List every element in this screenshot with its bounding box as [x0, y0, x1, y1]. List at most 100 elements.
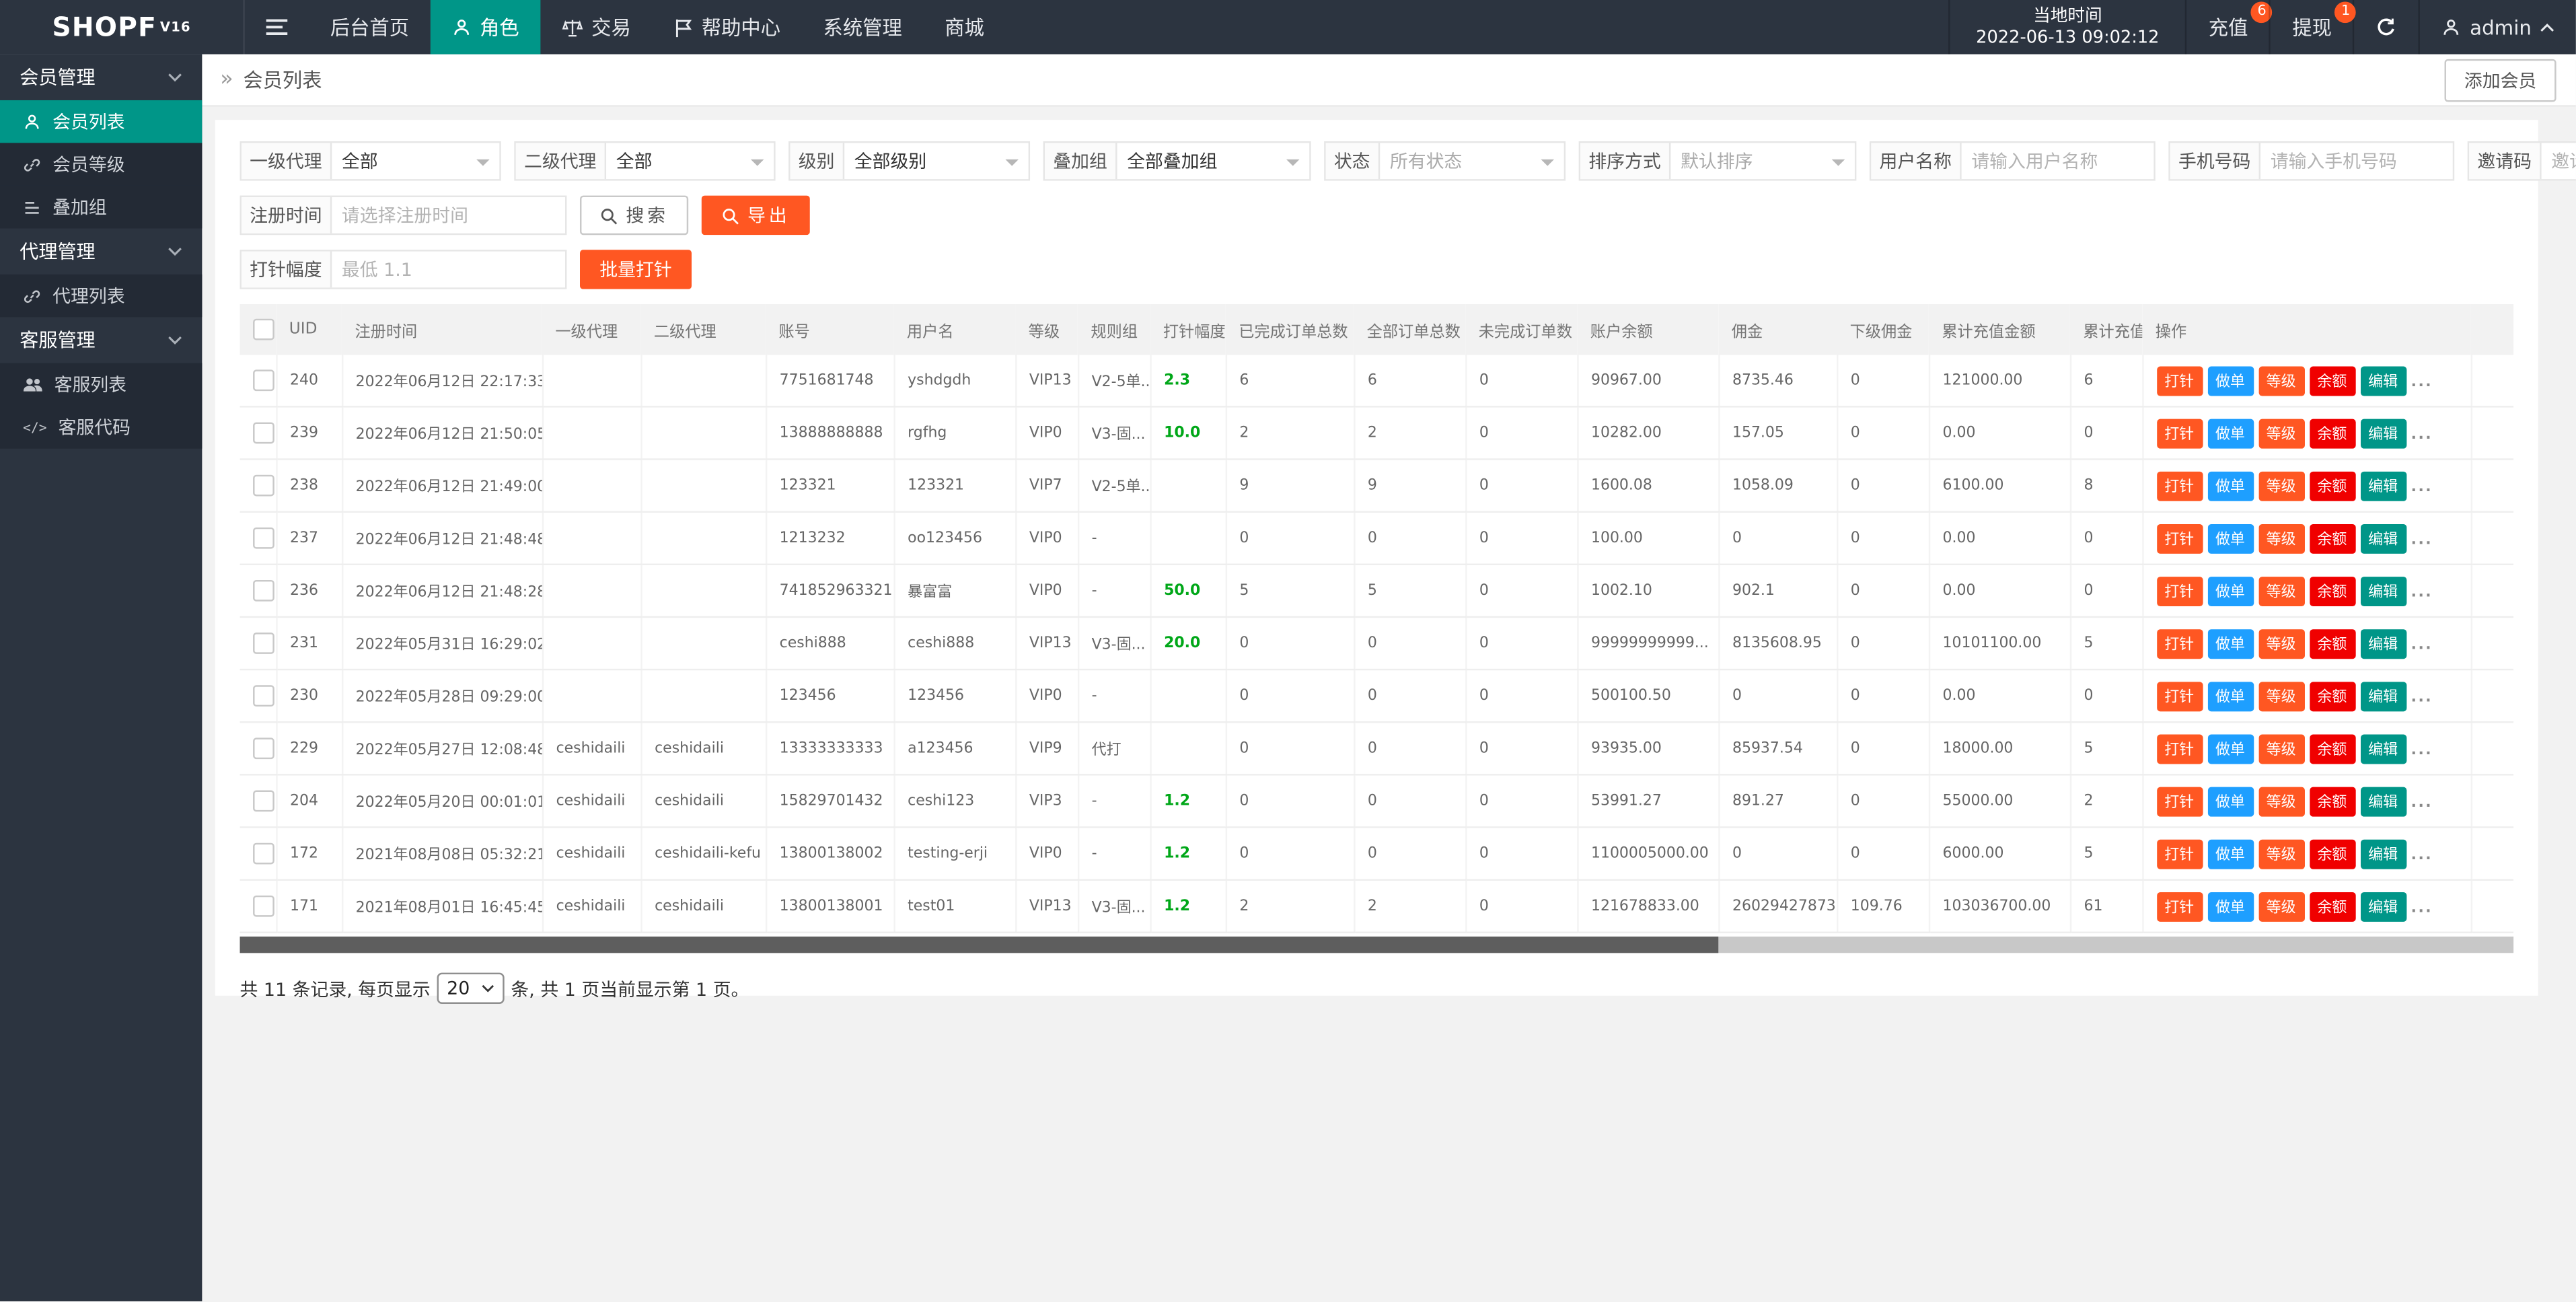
nav-item-trade[interactable]: 交易	[540, 0, 652, 55]
more-actions-button[interactable]: ...	[2411, 795, 2433, 811]
more-actions-button[interactable]: ...	[2411, 585, 2433, 601]
sidebar-group-member-management[interactable]: 会员管理	[0, 55, 202, 100]
level-button[interactable]: 等级	[2258, 786, 2304, 816]
horizontal-scrollbar[interactable]	[240, 937, 2514, 953]
export-button[interactable]: 导出	[702, 196, 810, 236]
username-input[interactable]	[1962, 143, 2154, 179]
level-button[interactable]: 等级	[2258, 892, 2304, 921]
level-button[interactable]: 等级	[2258, 839, 2304, 869]
make-order-button[interactable]: 做单	[2207, 523, 2253, 553]
make-order-button[interactable]: 做单	[2207, 892, 2253, 921]
row-checkbox[interactable]	[253, 896, 274, 917]
inject-button[interactable]: 打针	[2156, 365, 2202, 395]
balance-button[interactable]: 余额	[2309, 523, 2355, 553]
row-checkbox[interactable]	[253, 475, 274, 497]
inject-button[interactable]: 打针	[2156, 733, 2202, 763]
row-checkbox[interactable]	[253, 528, 274, 549]
edit-button[interactable]: 编辑	[2360, 628, 2406, 658]
search-button[interactable]: 搜索	[580, 196, 688, 236]
inject-button[interactable]: 打针	[2156, 892, 2202, 921]
recharge-link[interactable]: 充值 6	[2186, 0, 2270, 55]
inject-button[interactable]: 打针	[2156, 523, 2202, 553]
more-actions-button[interactable]: ...	[2411, 427, 2433, 443]
level-button[interactable]: 等级	[2258, 365, 2304, 395]
inject-button[interactable]: 打针	[2156, 628, 2202, 658]
inject-button[interactable]: 打针	[2156, 471, 2202, 501]
menu-toggle-button[interactable]	[245, 0, 309, 55]
make-order-button[interactable]: 做单	[2207, 471, 2253, 501]
more-actions-button[interactable]: ...	[2411, 848, 2433, 864]
inject-button[interactable]: 打针	[2156, 576, 2202, 606]
nav-item-role[interactable]: 角色	[431, 0, 541, 55]
row-checkbox[interactable]	[253, 632, 274, 654]
edit-button[interactable]: 编辑	[2360, 733, 2406, 763]
balance-button[interactable]: 余额	[2309, 892, 2355, 921]
inject-button[interactable]: 打针	[2156, 418, 2202, 447]
withdraw-link[interactable]: 提现 1	[2269, 0, 2353, 55]
more-actions-button[interactable]: ...	[2411, 637, 2433, 653]
balance-button[interactable]: 余额	[2309, 681, 2355, 711]
make-order-button[interactable]: 做单	[2207, 786, 2253, 816]
sidebar-item-service-list[interactable]: 客服列表	[0, 363, 202, 406]
sidebar-item-member-level[interactable]: 会员等级	[0, 143, 202, 185]
edit-button[interactable]: 编辑	[2360, 523, 2406, 553]
balance-button[interactable]: 余额	[2309, 628, 2355, 658]
edit-button[interactable]: 编辑	[2360, 365, 2406, 395]
level-button[interactable]: 等级	[2258, 471, 2304, 501]
make-order-button[interactable]: 做单	[2207, 576, 2253, 606]
more-actions-button[interactable]: ...	[2411, 900, 2433, 916]
nav-item-dashboard[interactable]: 后台首页	[309, 0, 431, 55]
edit-button[interactable]: 编辑	[2360, 576, 2406, 606]
level-button[interactable]: 等级	[2258, 628, 2304, 658]
invite-code-input[interactable]	[2542, 143, 2576, 179]
sort-select[interactable]: 默认排序	[1670, 143, 1854, 179]
inject-button[interactable]: 打针	[2156, 839, 2202, 869]
nav-item-system[interactable]: 系统管理	[802, 0, 924, 55]
edit-button[interactable]: 编辑	[2360, 681, 2406, 711]
edit-button[interactable]: 编辑	[2360, 892, 2406, 921]
agent1-select[interactable]: 全部	[332, 143, 499, 179]
balance-button[interactable]: 余额	[2309, 786, 2355, 816]
edit-button[interactable]: 编辑	[2360, 786, 2406, 816]
more-actions-button[interactable]: ...	[2411, 375, 2433, 391]
level-button[interactable]: 等级	[2258, 576, 2304, 606]
more-actions-button[interactable]: ...	[2411, 743, 2433, 759]
row-checkbox[interactable]	[253, 580, 274, 602]
user-menu[interactable]: admin	[2419, 0, 2575, 55]
nav-item-mall[interactable]: 商城	[924, 0, 1006, 55]
balance-button[interactable]: 余额	[2309, 576, 2355, 606]
make-order-button[interactable]: 做单	[2207, 628, 2253, 658]
make-order-button[interactable]: 做单	[2207, 839, 2253, 869]
balance-button[interactable]: 余额	[2309, 733, 2355, 763]
sidebar-group-agent-management[interactable]: 代理管理	[0, 228, 202, 274]
make-order-button[interactable]: 做单	[2207, 365, 2253, 395]
row-checkbox[interactable]	[253, 369, 274, 391]
sidebar-group-service-management[interactable]: 客服管理	[0, 317, 202, 363]
level-button[interactable]: 等级	[2258, 733, 2304, 763]
row-checkbox[interactable]	[253, 737, 274, 759]
level-select[interactable]: 全部级别	[844, 143, 1028, 179]
register-time-input[interactable]	[332, 197, 565, 233]
status-select[interactable]: 所有状态	[1380, 143, 1563, 179]
balance-button[interactable]: 余额	[2309, 839, 2355, 869]
inject-button[interactable]: 打针	[2156, 681, 2202, 711]
inject-range-input[interactable]	[332, 252, 565, 288]
refresh-button[interactable]	[2353, 0, 2419, 55]
level-button[interactable]: 等级	[2258, 523, 2304, 553]
balance-button[interactable]: 余额	[2309, 365, 2355, 395]
batch-inject-button[interactable]: 批量打针	[580, 250, 692, 289]
phone-input[interactable]	[2260, 143, 2453, 179]
row-checkbox[interactable]	[253, 685, 274, 707]
row-checkbox[interactable]	[253, 843, 274, 865]
select-all-checkbox[interactable]	[253, 319, 274, 340]
edit-button[interactable]: 编辑	[2360, 418, 2406, 447]
row-checkbox[interactable]	[253, 423, 274, 444]
more-actions-button[interactable]: ...	[2411, 480, 2433, 496]
edit-button[interactable]: 编辑	[2360, 839, 2406, 869]
make-order-button[interactable]: 做单	[2207, 681, 2253, 711]
scrollbar-thumb[interactable]	[240, 937, 1718, 953]
edit-button[interactable]: 编辑	[2360, 471, 2406, 501]
row-checkbox[interactable]	[253, 791, 274, 812]
agent2-select[interactable]: 全部	[606, 143, 774, 179]
nav-item-help[interactable]: 帮助中心	[653, 0, 802, 55]
